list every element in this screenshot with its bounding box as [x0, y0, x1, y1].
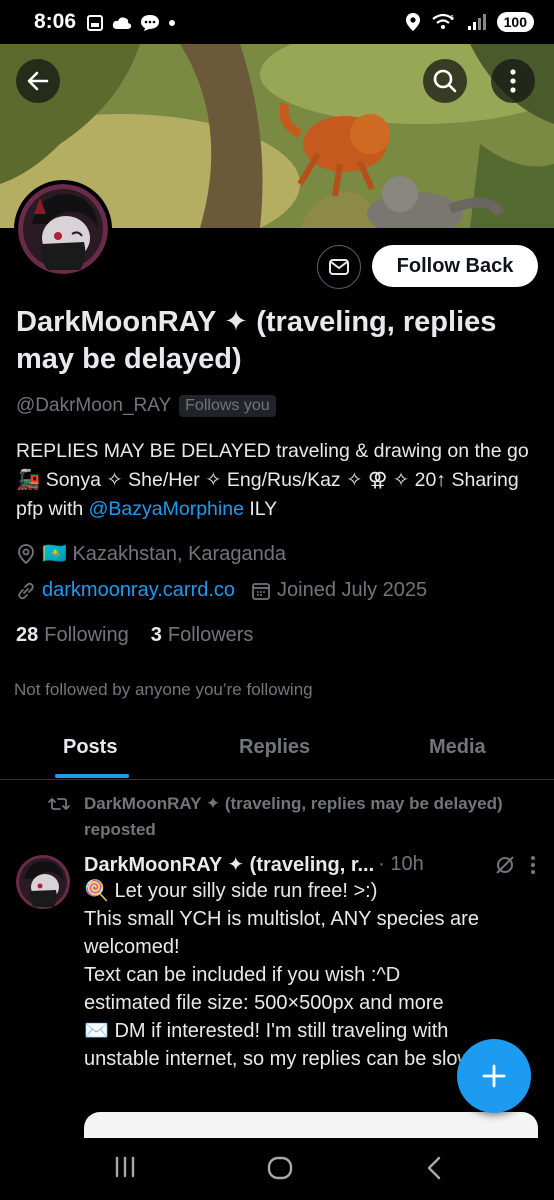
- avatar-image: [18, 184, 108, 274]
- recent-apps-icon[interactable]: [113, 1156, 137, 1178]
- post-body: 🍭 Let your silly side run free! >:) This…: [84, 877, 524, 1073]
- link-icon: [18, 582, 34, 599]
- battery-icon: 100: [496, 12, 534, 32]
- tab-media[interactable]: Media: [429, 736, 486, 759]
- joined-date: Joined July 2025: [277, 579, 428, 601]
- user-handle: @DakrMoon_RAY: [16, 395, 172, 416]
- repost-indicator: DarkMoonRAY ✦ (traveling, replies may be…: [48, 791, 522, 843]
- more-options-button[interactable]: [491, 59, 535, 103]
- location-text: 🇰🇿 Kazakhstan, Karaganda: [42, 543, 286, 565]
- following-label: Following: [44, 624, 129, 646]
- grok-icon[interactable]: [494, 854, 516, 876]
- followers-count: 3: [150, 624, 162, 646]
- repost-label: DarkMoonRAY ✦ (traveling, replies may be…: [84, 794, 503, 839]
- search-icon: [433, 69, 457, 93]
- status-time: 8:06: [34, 10, 77, 33]
- followers-label: Followers: [167, 624, 254, 646]
- plus-icon: [482, 1064, 506, 1088]
- profile-tabs: Posts Replies Media: [0, 720, 554, 780]
- post-header: DarkMoonRAY ✦ (traveling, r... · 10h: [84, 852, 544, 877]
- wifi-icon: 6: [431, 13, 454, 29]
- follow-counts: 28 Following 3 Followers: [16, 624, 253, 647]
- envelope-icon: [329, 259, 349, 275]
- wifi-six-label: 6: [450, 15, 454, 22]
- dot-icon: [169, 20, 175, 26]
- system-navigation-bar: [0, 1138, 554, 1200]
- follow-back-button[interactable]: Follow Back: [372, 245, 538, 287]
- location-icon: [405, 13, 420, 31]
- status-notification-icons: [86, 14, 176, 32]
- website-link[interactable]: darkmoonray.carrd.co: [42, 579, 235, 602]
- tab-replies[interactable]: Replies: [239, 736, 310, 759]
- home-icon[interactable]: [267, 1156, 293, 1180]
- message-button[interactable]: [317, 245, 361, 289]
- post-line: This small YCH is multislot, ANY species…: [84, 908, 479, 958]
- follows-you-badge: Follows you: [179, 395, 276, 417]
- post-more-icon[interactable]: [530, 855, 536, 875]
- screen-icon: [87, 15, 103, 31]
- profile-avatar[interactable]: [14, 180, 112, 278]
- back-nav-icon[interactable]: [424, 1156, 444, 1180]
- search-button[interactable]: [423, 59, 467, 103]
- post-line: estimated file size: 500×500px and more: [84, 992, 444, 1014]
- followers-count-link[interactable]: 3 Followers: [151, 624, 254, 647]
- back-button[interactable]: [16, 59, 60, 103]
- profile-bio: REPLIES MAY BE DELAYED traveling & drawi…: [16, 437, 540, 524]
- following-count: 28: [16, 624, 39, 646]
- website-joined-row: darkmoonray.carrd.co Joined July 2025: [16, 579, 427, 602]
- post-time: · 10h: [378, 853, 424, 875]
- status-system-icons: 6 100: [405, 12, 534, 32]
- tab-posts[interactable]: Posts: [63, 736, 117, 759]
- arrow-left-icon: [27, 71, 49, 91]
- compose-post-button[interactable]: [457, 1039, 531, 1113]
- more-vertical-icon: [510, 69, 516, 93]
- post-line: 🍭 Let your silly side run free! >:): [84, 880, 378, 902]
- following-count-link[interactable]: 28 Following: [16, 624, 129, 647]
- bio-text-end: ILY: [243, 498, 278, 520]
- display-name: DarkMoonRAY ✦ (traveling, replies may be…: [16, 306, 497, 375]
- cloud-icon: [112, 17, 132, 29]
- calendar-icon: [252, 582, 270, 600]
- handle-row: @DakrMoon_RAY Follows you: [16, 395, 276, 417]
- chat-bubble-icon: [141, 15, 159, 31]
- repost-icon: [48, 798, 70, 810]
- not-followed-note: Not followed by anyone you’re following: [14, 680, 313, 699]
- location-pin-icon: [18, 543, 34, 564]
- post-author-name[interactable]: DarkMoonRAY ✦ (traveling, r...: [84, 852, 374, 877]
- post-avatar-image: [16, 855, 70, 909]
- active-tab-indicator: [55, 774, 129, 778]
- location-row: 🇰🇿 Kazakhstan, Karaganda: [16, 541, 286, 566]
- bio-mention-link[interactable]: @BazyaMorphine: [89, 498, 244, 520]
- signal-icon: [467, 14, 486, 30]
- post-line: Text can be included if you wish :^D: [84, 964, 401, 986]
- post-author-avatar[interactable]: [16, 855, 70, 909]
- status-bar: 8:06 6 100: [0, 0, 554, 44]
